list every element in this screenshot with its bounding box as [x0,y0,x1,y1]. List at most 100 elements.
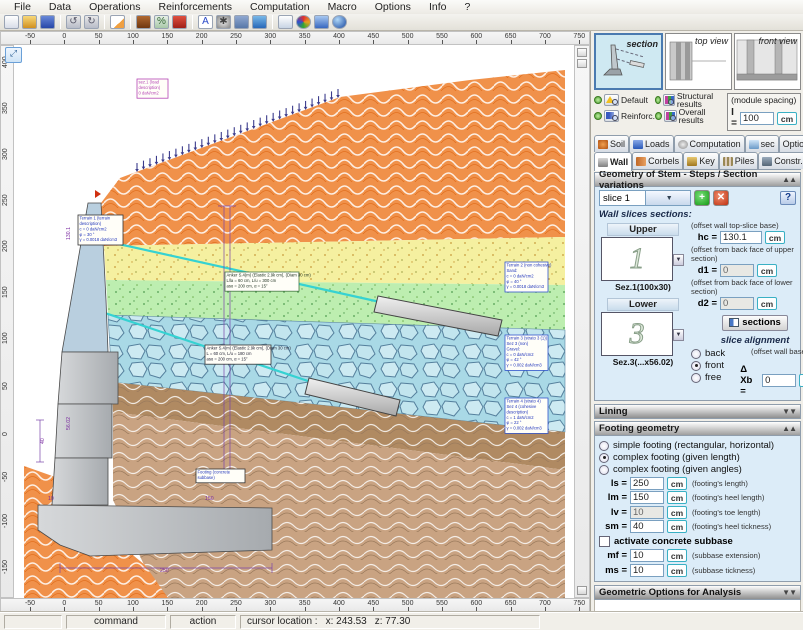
ls-input[interactable] [630,477,664,490]
globe-icon[interactable] [332,15,347,29]
complex-footing-angles-radio[interactable]: complex footing (given angles) [599,464,796,475]
menu-item-[interactable]: ? [456,1,478,13]
ms-input[interactable] [630,564,664,577]
cm-unit-button[interactable]: cm [667,549,687,562]
tab-computation[interactable]: Computation [674,135,745,152]
cm-unit-button[interactable]: cm [667,520,687,533]
delete-slice-button[interactable]: ✕ [713,190,729,206]
sm-input[interactable] [630,520,664,533]
tab-key[interactable]: Key [683,152,719,169]
cursor-x-value: x: 243.53 [326,616,367,627]
cm-unit-button[interactable]: cm [667,477,687,490]
upper-section-preview[interactable]: 1 ▼ [601,237,673,281]
ruler-top[interactable]: -500501001502002503003504004505005506006… [0,31,590,45]
open-folder-icon[interactable] [22,15,37,29]
collapse-icon[interactable]: ▼▼ [782,588,796,597]
ruler-bottom[interactable]: -500501001502002503003504004505005506006… [0,598,590,612]
cm-unit-button[interactable]: cm [757,297,777,310]
cm-unit-button[interactable]: cm [757,264,777,277]
mode-overall-results[interactable]: Overall results [655,109,723,123]
menu-item-data[interactable]: Data [41,1,79,13]
view-section-button[interactable]: section [594,33,663,90]
lower-section-preview[interactable]: 3 ▼ [601,312,673,356]
align-front-radio[interactable]: front [691,360,740,371]
menu-item-file[interactable]: File [6,1,39,13]
tab-constr-tieb[interactable]: Constr.-Tieb. [758,152,803,169]
undo-icon[interactable]: ↺ [66,15,81,29]
percent-icon[interactable]: % [154,15,169,29]
mode-structural-results[interactable]: Structural results [655,93,723,107]
align-back-radio[interactable]: back [691,348,740,359]
menu-item-info[interactable]: Info [421,1,455,13]
subbase-checkbox-row[interactable]: activate concrete subbase [599,536,796,547]
cm-unit-button[interactable]: cm [667,564,687,577]
lining-panel-header[interactable]: Lining▼▼ [594,404,801,419]
mode-default[interactable]: Default [594,93,655,107]
sections-button[interactable]: sections [722,315,788,331]
settings-gear-icon[interactable]: ✱ [216,15,231,29]
stem-panel-header[interactable]: Geometry of Stem - Steps / Section varia… [595,173,800,187]
slice-select[interactable]: slice 1▼ [599,190,691,206]
new-file-icon[interactable] [4,15,19,29]
cm-unit-button[interactable]: cm [799,374,803,387]
tab-soil[interactable]: Soil [594,135,629,152]
subbase-checkbox[interactable] [599,536,610,547]
add-slice-button[interactable]: + [694,190,710,206]
align-free-radio[interactable]: free [691,372,740,383]
lv-input[interactable] [630,506,664,519]
collapse-icon[interactable]: ▼▼ [782,407,796,416]
ruler-tool-icon[interactable] [577,59,587,68]
tab-corbels[interactable]: Corbels [632,152,683,169]
cross-section-drawing[interactable]: 130.156.024025015010 sez.1 (loaddescript… [14,45,574,598]
ruler-tool-icon[interactable] [577,586,587,595]
refresh-pages-icon[interactable] [252,15,267,29]
menu-item-reinforcements[interactable]: Reinforcements [150,1,240,13]
complex-footing-length-radio[interactable]: complex footing (given length) [599,452,796,463]
mode-reinforc[interactable]: Reinforc. [594,109,655,123]
tab-piles[interactable]: Piles [719,152,759,169]
copy-sheet-icon[interactable] [278,15,293,29]
module-spacing-input[interactable] [740,112,774,125]
mf-input[interactable] [630,549,664,562]
dxb-input[interactable] [762,374,796,387]
menu-item-operations[interactable]: Operations [81,1,148,13]
ruler-right[interactable] [574,45,590,598]
redo-icon[interactable]: ↻ [84,15,99,29]
save-icon[interactable] [40,15,55,29]
footing-panel-header[interactable]: Footing geometry▲▲ [595,422,800,436]
geometric-options-panel-header[interactable]: Geometric Options for Analysis▼▼ [594,585,801,600]
capture-icon[interactable] [234,15,249,29]
ruler-left[interactable]: 400350300250200150100500-50-100-150 [0,45,14,598]
tab-options[interactable]: Options [779,135,803,152]
collapse-icon[interactable]: ▲▲ [782,175,796,184]
menu-item-options[interactable]: Options [367,1,419,13]
zoom-tool-button[interactable]: ⤢ [5,47,22,63]
cm-unit-button[interactable]: cm [667,506,687,519]
simple-footing-radio[interactable]: simple footing (rectangular, horizontal) [599,440,796,451]
help-button[interactable]: ? [780,191,796,205]
view-top-button[interactable]: top view [665,33,732,90]
color-wheel-icon[interactable] [296,15,311,29]
tab-wall[interactable]: Wall [594,152,632,171]
tab-loads[interactable]: Loads [629,135,674,152]
chevron-down-icon[interactable]: ▼ [673,329,684,341]
d1-input[interactable] [720,264,754,277]
filter-icon[interactable] [136,15,151,29]
lm-input[interactable] [630,491,664,504]
text-style-icon[interactable]: A [198,15,213,29]
ruler-tool-icon[interactable] [577,48,587,57]
chevron-down-icon[interactable]: ▼ [673,254,684,266]
library-icon[interactable] [172,15,187,29]
view-front-button[interactable]: front view [734,33,801,90]
tab-sec[interactable]: sec [745,135,779,152]
menu-item-macro[interactable]: Macro [320,1,365,13]
edit-sheet-icon[interactable] [110,15,125,29]
display-icon[interactable] [314,15,329,29]
cm-unit-button[interactable]: cm [777,112,797,125]
cm-unit-button[interactable]: cm [667,491,687,504]
menu-item-computation[interactable]: Computation [242,1,318,13]
cm-unit-button[interactable]: cm [765,231,785,244]
hc-input[interactable] [720,231,762,244]
collapse-icon[interactable]: ▲▲ [782,424,796,433]
d2-input[interactable] [720,297,754,310]
